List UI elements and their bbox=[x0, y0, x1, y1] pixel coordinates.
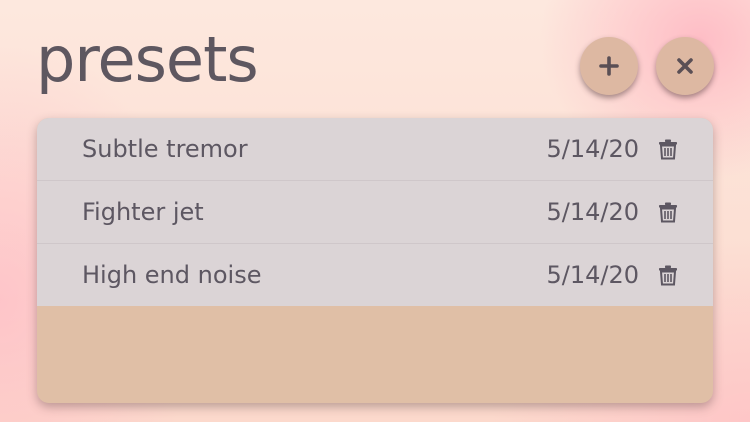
add-preset-button[interactable] bbox=[580, 37, 638, 95]
trash-icon[interactable] bbox=[657, 201, 679, 223]
preset-row[interactable]: Fighter jet 5/14/20 bbox=[37, 181, 713, 244]
presets-list: Subtle tremor 5/14/20 Fighter jet 5/14/2… bbox=[37, 118, 713, 403]
preset-name: Subtle tremor bbox=[82, 135, 248, 163]
close-button[interactable] bbox=[656, 37, 714, 95]
preset-row[interactable]: Subtle tremor 5/14/20 bbox=[37, 118, 713, 181]
trash-icon[interactable] bbox=[657, 264, 679, 286]
preset-date: 5/14/20 bbox=[546, 135, 639, 163]
preset-name: Fighter jet bbox=[82, 198, 204, 226]
preset-name: High end noise bbox=[82, 261, 262, 289]
preset-date: 5/14/20 bbox=[546, 198, 639, 226]
preset-date: 5/14/20 bbox=[546, 261, 639, 289]
close-icon bbox=[675, 56, 695, 76]
trash-icon[interactable] bbox=[657, 138, 679, 160]
preset-row[interactable]: High end noise 5/14/20 bbox=[37, 244, 713, 306]
page-title: presets bbox=[36, 23, 259, 96]
plus-icon bbox=[598, 55, 620, 77]
